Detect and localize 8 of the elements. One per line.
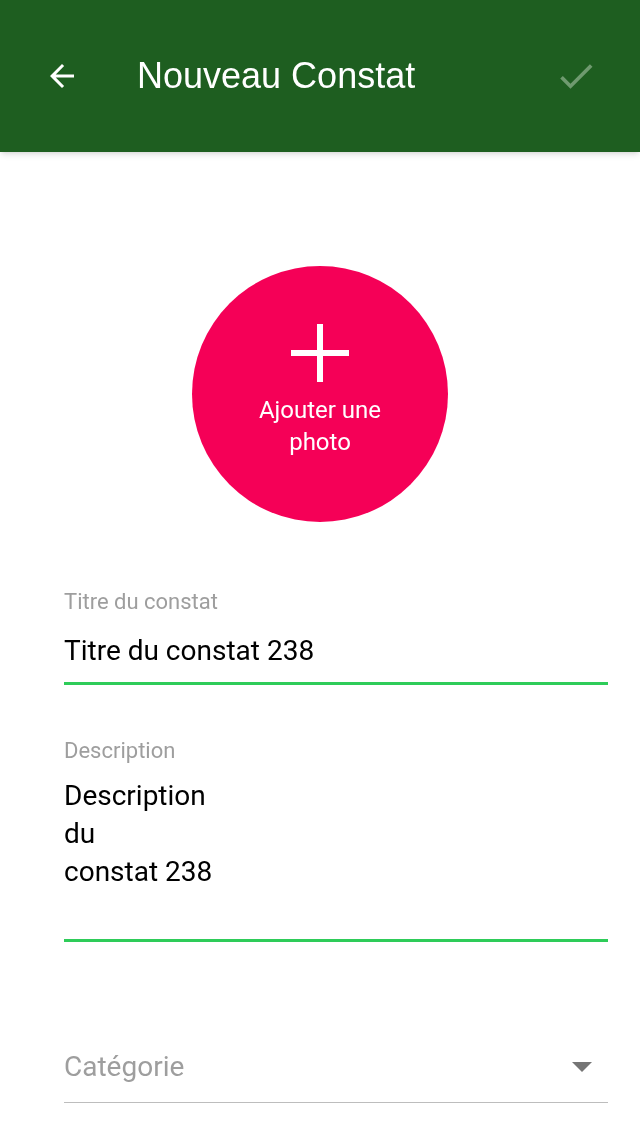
description-field[interactable]: Description du constat 238 [64, 765, 608, 942]
plus-icon [291, 324, 349, 382]
title-field[interactable]: Titre du constat 238 [64, 616, 608, 685]
screen-title: Nouveau Constat [137, 54, 416, 98]
field-label: Description [64, 737, 177, 765]
field-label: Titre du constat [64, 588, 219, 616]
dropdown-caret-icon [572, 1062, 592, 1072]
add-photo-button[interactable]: Ajouter une photo [192, 266, 448, 522]
